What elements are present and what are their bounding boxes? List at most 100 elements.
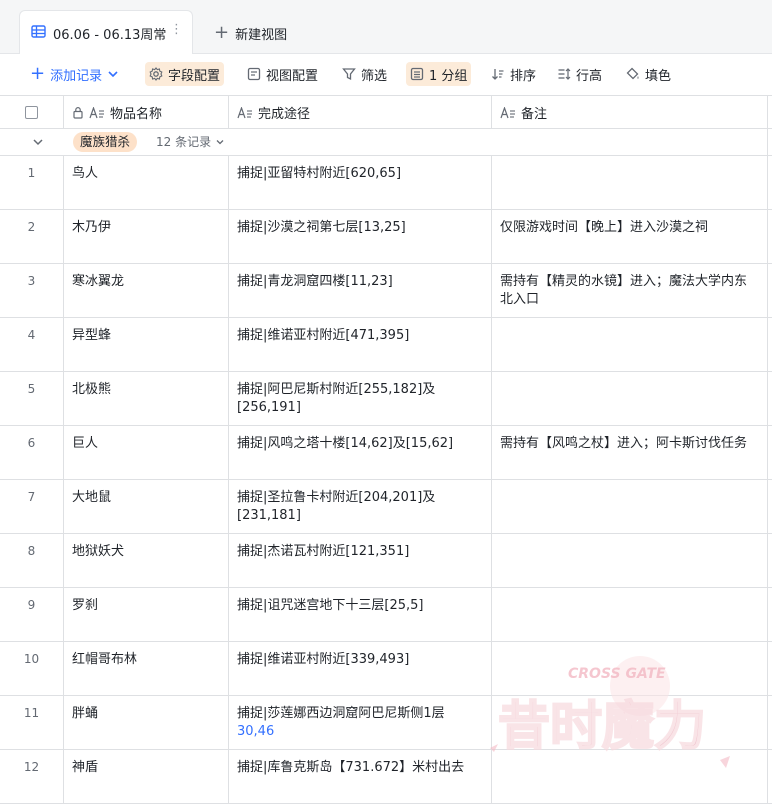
column-header-name-label: 物品名称 <box>110 107 163 122</box>
column-header-note[interactable]: 备注 <box>492 96 768 129</box>
new-view-label: 新建视图 <box>235 27 288 43</box>
group-button[interactable]: 1 分组 <box>406 62 472 86</box>
cell-note[interactable] <box>492 318 768 371</box>
watermark-cn-text: 昔时魔力 <box>498 697 706 757</box>
row-index: 10 <box>0 642 64 695</box>
table-row[interactable]: 3 寒冰翼龙 捕捉|青龙洞窟四楼[11,23] 需持有【精灵的水镜】进入；魔法大学内东… <box>0 264 772 318</box>
cell-path[interactable]: 捕捉|莎莲娜西边洞窟阿巴尼斯侧1层 30,46 <box>229 696 492 749</box>
cell-note[interactable] <box>492 588 768 641</box>
column-header-path[interactable]: 完成途径 <box>229 96 492 129</box>
cell-path[interactable]: 捕捉|亚留特村附近[620,65] <box>229 156 492 209</box>
cell-path[interactable]: 捕捉|阿巴尼斯村附近[255,182]及[256,191] <box>229 372 492 425</box>
cell-name[interactable]: 鸟人 <box>64 156 229 209</box>
cell-path[interactable]: 捕捉|维诺亚村附近[339,493] <box>229 642 492 695</box>
group-record-count[interactable]: 12 条记录 <box>156 133 225 150</box>
cell-name[interactable]: 北极熊 <box>64 372 229 425</box>
group-tag: 魔族猎杀 <box>73 132 138 152</box>
cell-note[interactable]: 需持有【风鸣之杖】进入；阿卡斯讨伐任务 <box>492 426 768 479</box>
toolbar: + 添加记录 字段配置 视图配置 筛选 1 分组 排序 行高 填色 <box>0 54 772 94</box>
row-height-button[interactable]: 行高 <box>553 62 606 86</box>
field-config-button[interactable]: 字段配置 <box>145 62 225 86</box>
column-header-path-label: 完成途径 <box>258 107 311 122</box>
table-row[interactable]: 9 罗刹 捕捉|诅咒迷宫地下十三层[25,5] <box>0 588 772 642</box>
cell-path-text: 捕捉|杰诺瓦村附近[121,351] <box>237 544 410 559</box>
column-header-name[interactable]: 物品名称 <box>64 96 229 129</box>
cell-path[interactable]: 捕捉|诅咒迷宫地下十三层[25,5] <box>229 588 492 641</box>
row-index: 3 <box>0 264 64 317</box>
cell-note[interactable]: 需持有【精灵的水镜】进入；魔法大学内东北入口 <box>492 264 768 317</box>
row-index: 4 <box>0 318 64 371</box>
view-config-icon <box>247 67 261 81</box>
table-row[interactable]: 1 鸟人 捕捉|亚留特村附近[620,65] <box>0 156 772 210</box>
add-record-button[interactable]: + 添加记录 <box>26 62 123 86</box>
filter-label: 筛选 <box>361 68 388 84</box>
cell-name[interactable]: 寒冰翼龙 <box>64 264 229 317</box>
cell-path-text: 捕捉|莎莲娜西边洞窟阿巴尼斯侧1层 <box>237 706 445 721</box>
grid-right-border <box>767 95 768 803</box>
group-icon <box>410 67 424 81</box>
text-field-icon <box>500 106 515 118</box>
fill-color-label: 填色 <box>645 68 672 84</box>
sort-button[interactable]: 排序 <box>487 62 540 86</box>
select-all-checkbox[interactable] <box>25 106 38 119</box>
chevron-down-icon[interactable] <box>31 135 45 149</box>
group-count-label: 12 条记录 <box>156 135 212 149</box>
grid-header: 物品名称 完成途径 备注 <box>0 95 772 129</box>
filter-button[interactable]: 筛选 <box>338 62 391 86</box>
view-tab-bar: 06.06 - 06.13周常 ⋮ + 新建视图 <box>0 0 772 54</box>
cell-path[interactable]: 捕捉|青龙洞窟四楼[11,23] <box>229 264 492 317</box>
cell-name[interactable]: 大地鼠 <box>64 480 229 533</box>
fill-color-button[interactable]: 填色 <box>622 62 675 86</box>
table-row[interactable]: 8 地狱妖犬 捕捉|杰诺瓦村附近[121,351] <box>0 534 772 588</box>
cell-path[interactable]: 捕捉|风鸣之塔十楼[14,62]及[15,62] <box>229 426 492 479</box>
lock-icon <box>73 107 83 119</box>
cell-name[interactable]: 红帽哥布林 <box>64 642 229 695</box>
view-config-button[interactable]: 视图配置 <box>243 62 322 86</box>
table-row[interactable]: 6 巨人 捕捉|风鸣之塔十楼[14,62]及[15,62] 需持有【风鸣之杖】进入；阿… <box>0 426 772 480</box>
cell-path[interactable]: 捕捉|圣拉鲁卡村附近[204,201]及[231,181] <box>229 480 492 533</box>
table-row[interactable]: 4 异型蜂 捕捉|维诺亚村附近[471,395] <box>0 318 772 372</box>
cell-note[interactable]: 仅限游戏时间【晚上】进入沙漠之祠 <box>492 210 768 263</box>
cell-name[interactable]: 罗刹 <box>64 588 229 641</box>
text-field-icon <box>237 106 252 118</box>
table-row[interactable]: 5 北极熊 捕捉|阿巴尼斯村附近[255,182]及[256,191] <box>0 372 772 426</box>
cell-path[interactable]: 捕捉|沙漠之祠第七层[13,25] <box>229 210 492 263</box>
select-all-cell[interactable] <box>0 96 64 129</box>
more-icon[interactable]: ⋮ <box>170 22 183 37</box>
cell-name[interactable]: 巨人 <box>64 426 229 479</box>
view-config-label: 视图配置 <box>266 68 319 84</box>
cell-name[interactable]: 异型蜂 <box>64 318 229 371</box>
cell-path-text: 捕捉|沙漠之祠第七层[13,25] <box>237 220 406 235</box>
field-config-label: 字段配置 <box>168 68 221 84</box>
cell-path[interactable]: 捕捉|杰诺瓦村附近[121,351] <box>229 534 492 587</box>
cell-note[interactable] <box>492 480 768 533</box>
cell-name[interactable]: 地狱妖犬 <box>64 534 229 587</box>
plus-icon: + <box>30 63 46 84</box>
new-view-button[interactable]: + 新建视图 <box>214 23 287 43</box>
row-index: 11 <box>0 696 64 749</box>
tab-active-view[interactable]: 06.06 - 06.13周常 ⋮ <box>19 10 193 54</box>
row-index: 5 <box>0 372 64 425</box>
sort-label: 排序 <box>510 68 537 84</box>
sort-icon <box>492 69 504 80</box>
cell-note[interactable] <box>492 534 768 587</box>
row-height-icon <box>558 68 571 80</box>
table-row[interactable]: 7 大地鼠 捕捉|圣拉鲁卡村附近[204,201]及[231,181] <box>0 480 772 534</box>
plus-icon: + <box>214 22 230 43</box>
cell-path[interactable]: 捕捉|库鲁克斯岛【731.672】米村出去 <box>229 750 492 803</box>
group-header-row[interactable]: 魔族猎杀 12 条记录 <box>0 129 772 156</box>
cell-path[interactable]: 捕捉|维诺亚村附近[471,395] <box>229 318 492 371</box>
cell-note[interactable] <box>492 372 768 425</box>
tab-active-label: 06.06 - 06.13周常 <box>53 28 167 43</box>
cell-path-text: 捕捉|维诺亚村附近[339,493] <box>237 652 410 667</box>
cell-name[interactable]: 木乃伊 <box>64 210 229 263</box>
cell-path-text: 捕捉|维诺亚村附近[471,395] <box>237 328 410 343</box>
cell-path-link[interactable]: 30,46 <box>237 724 274 739</box>
watermark-en-text: CROSS GATE <box>568 666 666 682</box>
cell-name[interactable]: 神盾 <box>64 750 229 803</box>
row-index: 8 <box>0 534 64 587</box>
cell-note[interactable] <box>492 156 768 209</box>
table-row[interactable]: 2 木乃伊 捕捉|沙漠之祠第七层[13,25] 仅限游戏时间【晚上】进入沙漠之祠 <box>0 210 772 264</box>
cell-name[interactable]: 胖蛹 <box>64 696 229 749</box>
cell-path-text: 捕捉|阿巴尼斯村附近[255,182]及[256,191] <box>237 382 436 415</box>
